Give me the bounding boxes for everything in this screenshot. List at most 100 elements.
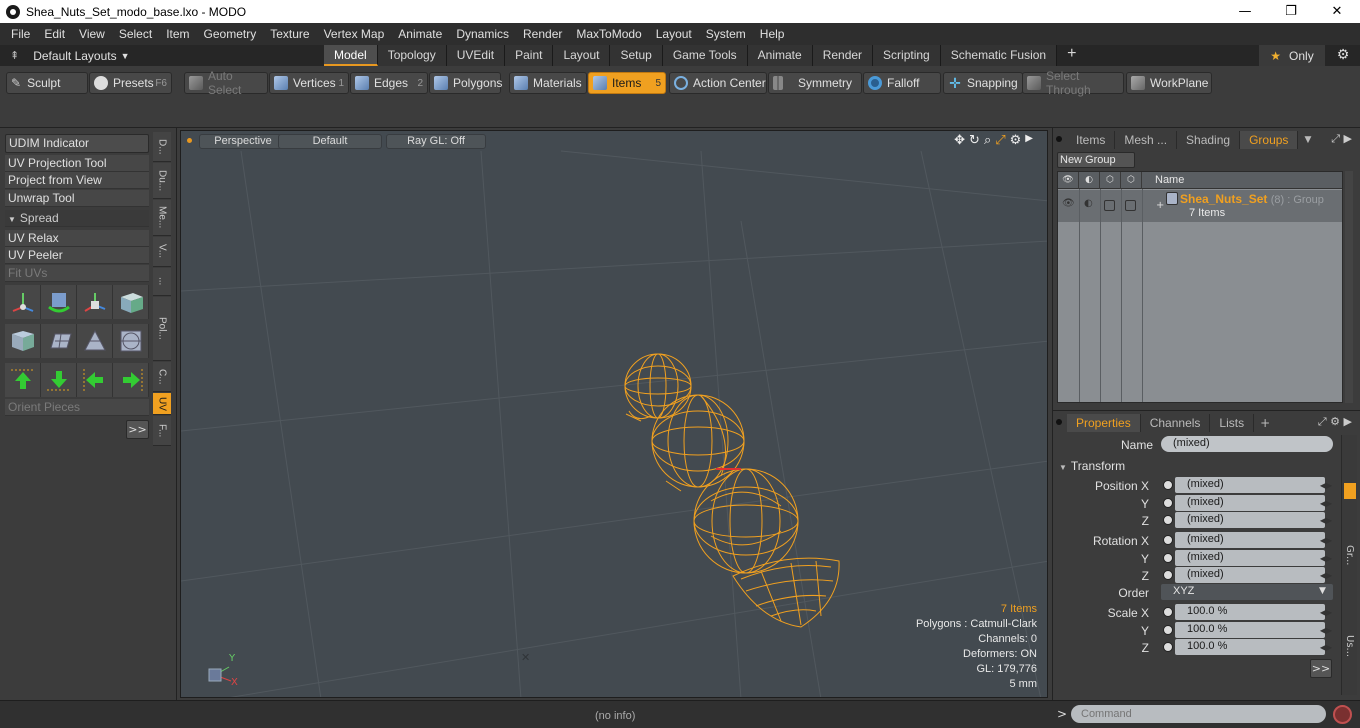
tab-animate[interactable]: Animate bbox=[747, 45, 813, 66]
presets-button[interactable]: Presets F6 bbox=[89, 72, 172, 94]
menu-system[interactable]: System bbox=[699, 27, 753, 41]
uv-projection-tool-button[interactable]: UV Projection Tool bbox=[5, 155, 149, 172]
vtab-d[interactable]: D... bbox=[153, 132, 171, 162]
materials-button[interactable]: Materials bbox=[509, 72, 587, 94]
viewport-menu-dot-icon[interactable] bbox=[187, 138, 192, 143]
rotation-y-field[interactable]: (mixed) bbox=[1175, 550, 1325, 566]
uv-relax-button[interactable]: UV Relax bbox=[5, 230, 149, 247]
default-layouts-dropdown[interactable]: ⇞ Default Layouts ▼ bbox=[0, 49, 180, 63]
shading-style-dropdown[interactable]: Default bbox=[278, 134, 382, 149]
groups-scrollbar[interactable] bbox=[1345, 171, 1353, 403]
falloff-button[interactable]: Falloff bbox=[863, 72, 941, 94]
orient-pieces-button[interactable]: Orient Pieces bbox=[5, 399, 149, 416]
vtab-me[interactable]: Me... bbox=[153, 200, 171, 236]
tab-items[interactable]: Items bbox=[1067, 131, 1116, 149]
rotation-x-field[interactable]: (mixed) bbox=[1175, 532, 1325, 548]
select-icon[interactable]: ⬡ bbox=[1121, 171, 1142, 189]
menu-layout[interactable]: Layout bbox=[649, 27, 699, 41]
vtab-blank[interactable]: ... bbox=[153, 268, 171, 296]
scale-y-stepper-icon[interactable]: ◀▶ bbox=[1319, 623, 1333, 639]
tab-render[interactable]: Render bbox=[812, 45, 874, 66]
uv-peeler-button[interactable]: UV Peeler bbox=[5, 247, 149, 264]
align-up-icon[interactable] bbox=[5, 363, 41, 397]
items-button[interactable]: Items 5 bbox=[588, 72, 666, 94]
unwrap-tool-button[interactable]: Unwrap Tool bbox=[5, 190, 149, 207]
menu-maxtomodo[interactable]: MaxToModo bbox=[569, 27, 648, 41]
scale-z-radio[interactable] bbox=[1163, 642, 1173, 652]
tab-paint[interactable]: Paint bbox=[505, 45, 554, 66]
tab-properties[interactable]: Properties bbox=[1067, 414, 1141, 432]
vtab-pol[interactable]: Pol... bbox=[153, 297, 171, 361]
command-prompt-icon[interactable]: > bbox=[1057, 707, 1067, 721]
position-x-stepper-icon[interactable]: ◀▶ bbox=[1319, 478, 1333, 494]
menu-texture[interactable]: Texture bbox=[263, 27, 316, 41]
project-from-view-button[interactable]: Project from View bbox=[5, 172, 149, 189]
rotation-y-radio[interactable] bbox=[1163, 553, 1173, 563]
orbit-icon[interactable]: ↻ bbox=[969, 133, 980, 148]
row-select-checkbox[interactable] bbox=[1125, 200, 1136, 211]
scale-y-radio[interactable] bbox=[1163, 625, 1173, 635]
uv-move-icon[interactable] bbox=[77, 285, 113, 319]
add-tab-button[interactable]: + bbox=[1260, 414, 1270, 432]
row-eye-icon[interactable]: 👁 bbox=[1062, 198, 1075, 209]
side-tab-gr[interactable]: Gr... bbox=[1344, 545, 1355, 565]
symmetry-button[interactable]: Symmetry bbox=[768, 72, 862, 94]
vertices-button[interactable]: Vertices 1 bbox=[269, 72, 349, 94]
expand-plus-icon[interactable]: + bbox=[1156, 200, 1164, 211]
uv-rotate-icon[interactable] bbox=[41, 285, 77, 319]
menu-animate[interactable]: Animate bbox=[391, 27, 449, 41]
tabs-dropdown-icon[interactable]: ▼ bbox=[1304, 131, 1311, 149]
rotation-z-stepper-icon[interactable]: ◀▶ bbox=[1319, 568, 1333, 584]
menu-edit[interactable]: Edit bbox=[37, 27, 72, 41]
vtab-uv[interactable]: UV bbox=[153, 393, 171, 415]
add-layout-tab-button[interactable]: + bbox=[1057, 45, 1086, 66]
align-right-icon[interactable] bbox=[113, 363, 149, 397]
order-dropdown[interactable]: XYZ bbox=[1161, 584, 1333, 600]
fit-uvs-button[interactable]: Fit UVs bbox=[5, 265, 149, 282]
menu-select[interactable]: Select bbox=[112, 27, 159, 41]
uv-planar-icon[interactable] bbox=[41, 324, 77, 358]
workplane-button[interactable]: WorkPlane bbox=[1126, 72, 1212, 94]
menu-view[interactable]: View bbox=[72, 27, 112, 41]
properties-more-button[interactable]: >> bbox=[1310, 659, 1332, 678]
side-orange-marker[interactable] bbox=[1344, 483, 1356, 499]
ray-gl-toggle[interactable]: Ray GL: Off bbox=[386, 134, 486, 149]
row-render-icon[interactable]: ◐ bbox=[1084, 198, 1093, 209]
transform-section[interactable]: ▼ Transform bbox=[1059, 459, 1125, 473]
tab-schematic-fusion[interactable]: Schematic Fusion bbox=[940, 45, 1058, 66]
lock-icon[interactable]: ⬡ bbox=[1100, 171, 1121, 189]
scale-x-stepper-icon[interactable]: ◀▶ bbox=[1319, 605, 1333, 621]
position-x-field[interactable]: (mixed) bbox=[1175, 477, 1325, 493]
rotation-y-stepper-icon[interactable]: ◀▶ bbox=[1319, 551, 1333, 567]
gear-icon[interactable]: ⚙ bbox=[1334, 47, 1352, 65]
rotation-z-radio[interactable] bbox=[1163, 570, 1173, 580]
tab-groups[interactable]: Groups bbox=[1240, 131, 1299, 149]
auto-select-button[interactable]: Auto Select bbox=[184, 69, 268, 97]
position-x-radio[interactable] bbox=[1163, 480, 1173, 490]
layout-collapse-icon[interactable]: ⇞ bbox=[10, 49, 19, 62]
scale-x-field[interactable]: 100.0 % bbox=[1175, 604, 1325, 620]
sculpt-button[interactable]: ✎ Sculpt bbox=[6, 72, 88, 94]
tab-lists[interactable]: Lists bbox=[1210, 414, 1255, 432]
3d-viewport[interactable]: ✕ Perspective Default Ray GL: Off ✥ ↻ ⌕ … bbox=[180, 130, 1048, 698]
tab-shading[interactable]: Shading bbox=[1177, 131, 1241, 149]
position-z-stepper-icon[interactable]: ◀▶ bbox=[1319, 513, 1333, 529]
zoom-icon[interactable]: ⌕ bbox=[984, 133, 991, 148]
scale-z-stepper-icon[interactable]: ◀▶ bbox=[1319, 640, 1333, 656]
scale-z-field[interactable]: 100.0 % bbox=[1175, 639, 1325, 655]
vtab-v[interactable]: V... bbox=[153, 237, 171, 267]
position-y-radio[interactable] bbox=[1163, 498, 1173, 508]
udim-indicator-button[interactable]: UDIM Indicator bbox=[5, 134, 149, 153]
viewport-play-icon[interactable]: ▶ bbox=[1025, 133, 1033, 148]
side-tab-us[interactable]: Us... bbox=[1344, 635, 1355, 657]
position-y-field[interactable]: (mixed) bbox=[1175, 495, 1325, 511]
spread-section[interactable]: ▼ Spread bbox=[5, 210, 149, 227]
uv-spherical-icon[interactable] bbox=[113, 324, 149, 358]
fit-view-icon[interactable]: ⤢ bbox=[995, 133, 1005, 148]
visibility-eye-icon[interactable]: 👁 bbox=[1058, 171, 1079, 189]
menu-geometry[interactable]: Geometry bbox=[197, 27, 264, 41]
rotation-x-stepper-icon[interactable]: ◀▶ bbox=[1319, 533, 1333, 549]
position-z-field[interactable]: (mixed) bbox=[1175, 512, 1325, 528]
name-column-header[interactable]: Name bbox=[1142, 174, 1184, 186]
view-type-dropdown[interactable]: Perspective bbox=[199, 134, 287, 149]
